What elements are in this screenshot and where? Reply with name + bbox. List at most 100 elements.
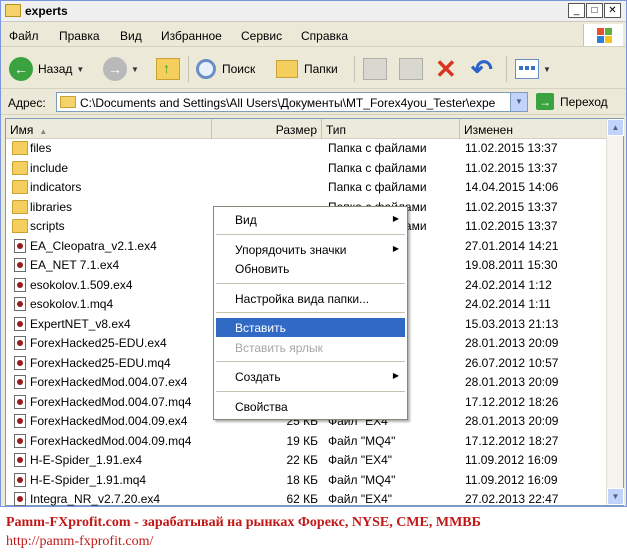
context-menu-item[interactable]: Упорядочить значки ▶ [216, 240, 405, 259]
folders-label: Папки [304, 62, 338, 76]
folder-icon [12, 180, 28, 194]
sort-ascending-icon: ▲ [39, 127, 48, 136]
file-modified: 15.03.2013 21:13 [465, 316, 559, 331]
chevron-down-icon[interactable]: ▼ [131, 65, 139, 74]
vertical-scrollbar[interactable]: ▲ ▼ [606, 119, 624, 505]
context-menu-item-label: Вставить [235, 321, 286, 335]
menu-separator [216, 233, 405, 235]
mql-file-icon [14, 394, 26, 409]
mql-file-icon [14, 277, 26, 292]
file-name: H-E-Spider_1.91.mq4 [30, 472, 147, 487]
folders-button[interactable]: Папки [276, 56, 338, 82]
mql-file-icon [14, 375, 26, 389]
move-to-icon [363, 58, 387, 80]
mql-file-icon [14, 238, 26, 253]
column-header-size[interactable]: Размер [212, 119, 322, 139]
context-menu-item[interactable]: Создать ▶ [216, 367, 405, 386]
undo-button[interactable]: ↶ [471, 56, 493, 82]
file-row[interactable]: ForexHackedMod.004.09.mq4 19 КБ Файл "MQ4"… [6, 432, 606, 451]
file-row[interactable]: Integra_NR_v2.7.20.ex4 62 КБ Файл "EX4" 27.… [6, 490, 606, 506]
context-menu-item-label: Обновить [235, 262, 290, 276]
watermark-line-1: Pamm-FXprofit.com - зарабатывай на рынка… [6, 515, 481, 530]
menu-separator [216, 390, 405, 392]
address-input[interactable]: C:\Documents and Settings\All Users\Доку… [56, 92, 528, 112]
menu-help[interactable]: Справка [301, 29, 348, 43]
context-menu-item-label: Создать [235, 370, 281, 384]
search-button[interactable]: Поиск [196, 56, 255, 82]
chevron-down-icon[interactable]: ▼ [76, 65, 84, 74]
file-type: Файл "MQ4" [328, 433, 396, 448]
context-menu-item[interactable]: Обновить [216, 259, 405, 278]
close-button[interactable]: ✕ [604, 3, 621, 18]
toolbar-separator [506, 56, 507, 82]
minimize-button[interactable]: _ [568, 3, 585, 18]
file-name: esokolov.1.mq4 [30, 297, 114, 311]
file-row[interactable]: include Папка с файлами 11.02.2015 13:37 [6, 159, 606, 178]
column-header-type[interactable]: Тип [322, 119, 460, 139]
chevron-down-icon[interactable]: ▼ [543, 65, 551, 74]
up-folder-button[interactable]: ↑ [156, 56, 180, 82]
scroll-down-button[interactable]: ▼ [607, 488, 624, 505]
menu-file[interactable]: Файл [9, 29, 39, 43]
file-row[interactable]: indicators Папка с файлами 14.04.2015 14:0… [6, 178, 606, 197]
forward-button[interactable]: → ▼ [103, 56, 139, 82]
file-modified: 11.02.2015 13:37 [465, 219, 558, 233]
column-type-label: Тип [326, 123, 347, 137]
file-name: ForexHacked25-EDU.mq4 [30, 355, 171, 370]
watermark-url[interactable]: http://pamm-fxprofit.com/ [6, 534, 153, 550]
context-menu-item[interactable]: Вставить [216, 318, 405, 337]
windows-logo-icon [583, 24, 623, 46]
file-modified: 27.01.2014 14:21 [465, 238, 559, 253]
column-header-name[interactable]: Имя ▲ [6, 119, 212, 139]
file-type: Файл "EX4" [328, 492, 393, 506]
context-menu-item[interactable]: Настройка вида папки... [216, 289, 405, 308]
file-modified: 11.09.2012 16:09 [465, 472, 558, 487]
file-name: ForexHackedMod.004.09.mq4 [30, 433, 192, 448]
menu-favorites[interactable]: Избранное [161, 29, 222, 43]
mql-file-icon [14, 492, 26, 506]
folder-icon [12, 141, 28, 155]
file-size: 19 КБ [286, 433, 318, 448]
menu-separator [216, 312, 405, 313]
undo-icon: ↶ [471, 54, 493, 84]
file-modified: 17.12.2012 18:27 [465, 433, 559, 448]
maximize-button[interactable]: □ [586, 3, 603, 18]
menu-tools[interactable]: Сервис [241, 29, 282, 43]
mql-file-icon [14, 414, 26, 428]
delete-button[interactable]: ✕ [435, 56, 457, 82]
back-button[interactable]: ← Назад ▼ [9, 56, 84, 82]
search-label: Поиск [222, 62, 256, 76]
file-name: files [30, 141, 52, 155]
search-icon [196, 59, 216, 79]
copy-to-button[interactable] [399, 56, 423, 82]
context-menu-item[interactable]: Вид ▶ [216, 210, 405, 229]
file-name: ForexHacked25-EDU.ex4 [30, 336, 167, 350]
move-to-button[interactable] [363, 56, 387, 82]
title-bar[interactable]: experts _ □ ✕ [1, 1, 626, 22]
file-name: scripts [30, 219, 65, 233]
back-label: Назад [38, 62, 73, 76]
file-modified: 24.02.2014 1:12 [465, 277, 552, 292]
forward-arrow-icon: → [103, 57, 127, 81]
go-button[interactable]: → Переход [536, 93, 608, 110]
file-row[interactable]: files Папка с файлами 11.02.2015 13:37 [6, 139, 606, 158]
delete-icon: ✕ [435, 54, 457, 84]
context-menu-item[interactable]: Свойства [216, 397, 405, 416]
menu-view[interactable]: Вид [120, 29, 142, 43]
file-row[interactable]: H-E-Spider_1.91.mq4 18 КБ Файл "MQ4" 11.09.… [6, 471, 606, 490]
file-size: 18 КБ [286, 472, 318, 487]
address-value[interactable]: C:\Documents and Settings\All Users\Доку… [80, 96, 510, 110]
context-menu-item-label: Упорядочить значки [235, 242, 347, 257]
context-menu-item-label: Настройка вида папки... [235, 291, 370, 306]
file-row[interactable]: H-E-Spider_1.91.ex4 22 КБ Файл "EX4" 11.09.… [6, 451, 606, 470]
file-name: EA_NET 7.1.ex4 [30, 258, 120, 272]
file-modified: 28.01.2013 20:09 [465, 375, 559, 389]
views-button[interactable]: ▼ [515, 56, 551, 82]
mql-file-icon [14, 316, 26, 331]
submenu-arrow-icon: ▶ [392, 214, 399, 223]
column-header-modified[interactable]: Изменен [460, 119, 606, 139]
scroll-up-button[interactable]: ▲ [607, 119, 624, 136]
menu-edit[interactable]: Правка [59, 29, 100, 43]
address-dropdown-button[interactable]: ▼ [510, 93, 527, 111]
file-modified: 27.02.2013 22:47 [465, 492, 559, 506]
